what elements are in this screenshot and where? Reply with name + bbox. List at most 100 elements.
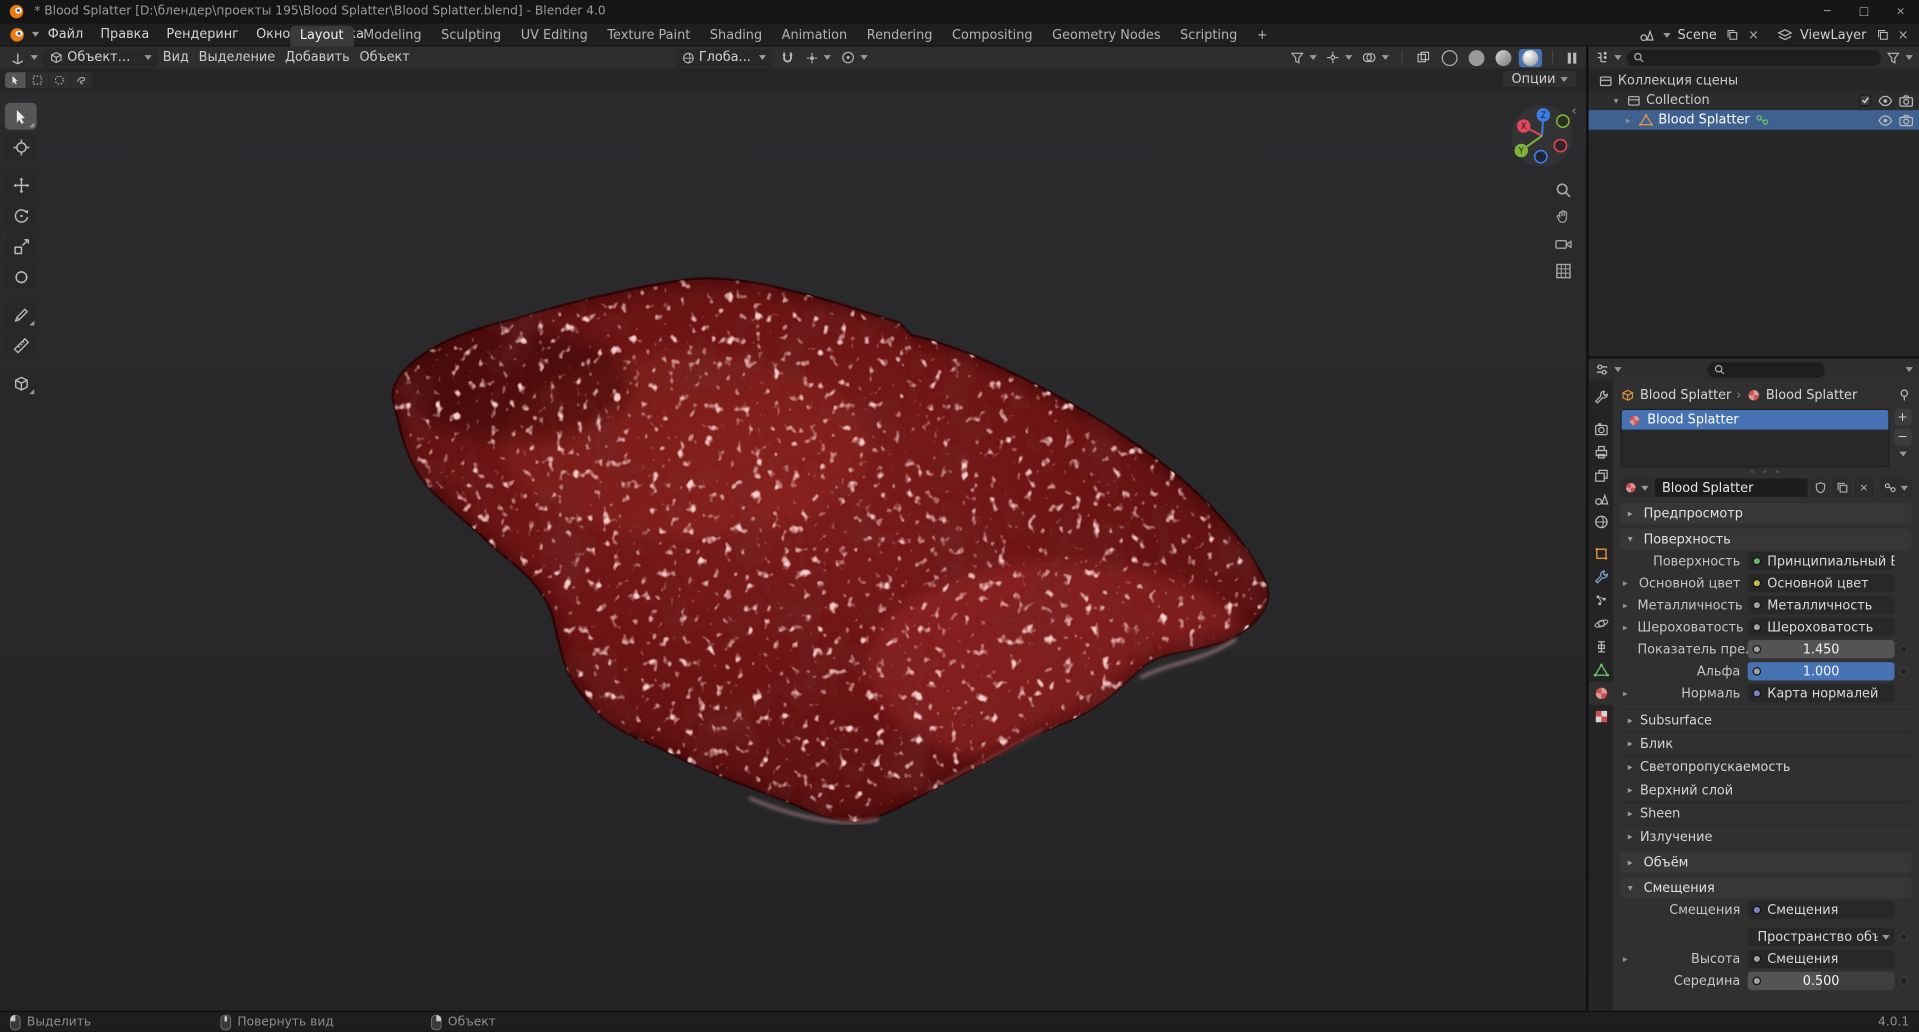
tab-object-data[interactable] (1589, 658, 1613, 681)
workspace-tab-uv-editing[interactable]: UV Editing (511, 26, 598, 47)
render-visibility-camera-icon[interactable] (1898, 92, 1914, 108)
zoom-icon[interactable] (1554, 181, 1572, 199)
add-workspace-button[interactable]: + (1247, 26, 1277, 47)
workspace-tab-scripting[interactable]: Scripting (1170, 26, 1247, 47)
tab-object[interactable] (1589, 542, 1613, 565)
editor-type-button[interactable] (1595, 362, 1622, 377)
mode-dropdown[interactable]: Объектный режим (42, 48, 158, 67)
workspace-tab-texture-paint[interactable]: Texture Paint (598, 26, 701, 47)
overlays-dropdown[interactable] (1358, 48, 1391, 68)
workspace-tab-layout[interactable]: Layout (290, 25, 354, 47)
new-viewlayer-button[interactable] (1874, 26, 1891, 43)
minimize-button[interactable]: ─ (1809, 0, 1846, 23)
unlink-scene-button[interactable]: × (1745, 26, 1762, 43)
menu-file[interactable]: Файл (39, 23, 92, 46)
subsection-emission[interactable]: ▸ Излучение (1620, 824, 1912, 847)
browse-material-button[interactable] (1620, 478, 1653, 497)
orthographic-grid-icon[interactable] (1554, 262, 1572, 280)
outliner-row-object[interactable]: ▸ Blood Splatter (1588, 110, 1919, 130)
scene-selector[interactable]: Scene (1674, 28, 1721, 43)
tab-render[interactable] (1589, 417, 1613, 440)
tool-select-box[interactable] (4, 102, 37, 130)
close-button[interactable]: × (1882, 0, 1919, 23)
remove-viewlayer-button[interactable]: × (1895, 26, 1912, 43)
gizmos-dropdown[interactable] (1323, 48, 1355, 68)
sidebar-collapse-arrow[interactable]: ‹ (1571, 103, 1576, 119)
section-displacement[interactable]: ▾ Смещения (1620, 877, 1912, 899)
breadcrumb-material[interactable]: Blood Splatter (1766, 387, 1857, 402)
tab-texture[interactable] (1589, 705, 1613, 728)
workspace-tab-shading[interactable]: Shading (700, 26, 772, 47)
subsection-coat[interactable]: ▸ Верхний слой (1620, 778, 1912, 800)
workspace-tab-animation[interactable]: Animation (772, 26, 857, 47)
properties-search-input[interactable] (1707, 361, 1825, 378)
tool-cursor[interactable] (4, 133, 37, 161)
menu-add[interactable]: Добавить (280, 48, 354, 68)
camera-view-icon[interactable] (1554, 235, 1572, 253)
outliner-row-collection[interactable]: ▾ Collection (1588, 90, 1919, 111)
outliner-search-input[interactable] (1626, 49, 1882, 66)
menu-render[interactable]: Рендеринг (158, 23, 248, 46)
shading-wireframe-button[interactable] (1438, 48, 1461, 66)
render-visibility-camera-icon[interactable] (1898, 112, 1914, 128)
decorator[interactable] (1895, 644, 1912, 654)
expand-icon[interactable]: ▸ (1623, 688, 1628, 699)
alpha-slider[interactable]: 1.000 (1747, 662, 1895, 681)
tool-move[interactable] (4, 171, 37, 199)
tool-rotate[interactable] (4, 201, 37, 229)
workspace-tab-rendering[interactable]: Rendering (857, 26, 942, 47)
tab-tool[interactable] (1589, 386, 1613, 409)
maximize-button[interactable]: □ (1846, 0, 1883, 23)
menu-view[interactable]: Вид (158, 48, 194, 68)
expand-icon[interactable]: ▸ (1623, 600, 1628, 611)
expand-icon[interactable]: ▸ (1623, 578, 1628, 589)
hide-eye-icon[interactable] (1877, 112, 1893, 128)
slot-specials-menu[interactable] (1898, 451, 1907, 457)
menu-edit[interactable]: Правка (92, 23, 158, 46)
fake-user-shield-button[interactable] (1810, 478, 1830, 497)
chevron-down-icon[interactable] (1905, 367, 1913, 373)
chevron-down-icon[interactable] (1662, 32, 1671, 38)
shading-material-button[interactable] (1492, 48, 1515, 66)
workspace-tab-modeling[interactable]: Modeling (353, 26, 431, 47)
add-slot-button[interactable]: + (1893, 408, 1912, 426)
decorator[interactable] (1895, 976, 1912, 986)
blood-splatter-object[interactable] (0, 91, 1586, 1011)
pan-hand-icon[interactable] (1554, 208, 1572, 226)
tab-world[interactable] (1589, 510, 1613, 533)
shading-solid-button[interactable] (1465, 48, 1488, 66)
duplicate-material-button[interactable] (1832, 478, 1852, 497)
menu-select[interactable]: Выделение (194, 48, 280, 68)
unlink-material-button[interactable]: × (1854, 478, 1874, 497)
workspace-tab-compositing[interactable]: Compositing (942, 26, 1042, 47)
menu-object[interactable]: Объект (355, 48, 415, 68)
list-resize-grip[interactable]: • • • (1620, 468, 1911, 478)
select-mode-intersect[interactable] (70, 71, 92, 88)
shader-link-field[interactable]: Принципиальный BSDF (1747, 551, 1895, 571)
tool-measure[interactable] (4, 331, 37, 359)
tab-modifiers[interactable] (1589, 565, 1613, 588)
disclosure-icon[interactable]: ▸ (1623, 114, 1634, 125)
new-scene-button[interactable] (1724, 26, 1741, 43)
viewport-canvas[interactable]: Z X Y ‹ (0, 90, 1587, 1011)
tab-physics[interactable] (1589, 612, 1613, 635)
select-mode-extend[interactable] (26, 71, 48, 88)
displacement-space-dropdown[interactable]: Пространство объекта (1747, 927, 1895, 947)
tab-scene[interactable] (1589, 487, 1613, 510)
tab-view-layer[interactable] (1589, 464, 1613, 487)
node-link-field[interactable]: Металличность (1747, 596, 1895, 615)
gizmo-z-negative[interactable] (1533, 149, 1548, 164)
gizmo-y-negative[interactable] (1555, 114, 1570, 129)
tab-output[interactable] (1589, 441, 1613, 464)
viewport-render-pause-button[interactable] (1563, 50, 1581, 66)
tool-transform[interactable] (4, 263, 37, 291)
shading-rendered-button[interactable] (1518, 48, 1543, 67)
pin-icon[interactable] (1897, 387, 1912, 402)
snap-settings-dropdown[interactable] (803, 48, 834, 68)
disclosure-icon[interactable]: ▾ (1611, 95, 1622, 106)
remove-slot-button[interactable]: − (1893, 428, 1912, 446)
ior-slider[interactable]: 1.450 (1747, 640, 1895, 659)
tool-add-primitive[interactable] (4, 369, 37, 397)
transform-orientation-dropdown[interactable]: Глоба... (675, 48, 773, 67)
editor-type-button[interactable] (5, 48, 43, 68)
